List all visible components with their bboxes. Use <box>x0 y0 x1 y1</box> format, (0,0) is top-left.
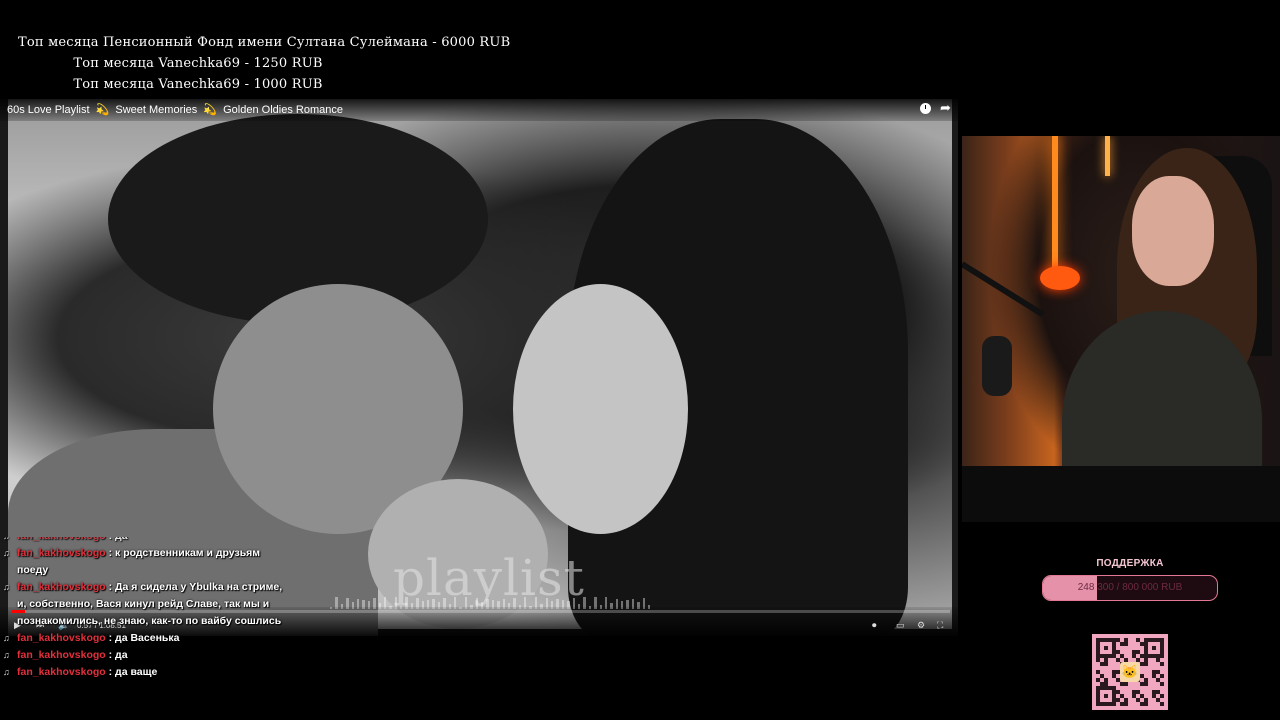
chat-message: ♫ fan_kakhovskogo : к родственникам и дру… <box>0 545 290 579</box>
video-figure <box>513 284 688 534</box>
chat-separator: : <box>106 537 115 542</box>
streamer <box>1132 176 1214 286</box>
webcam-feed <box>962 136 1280 522</box>
donation-goal-bar: 248 300 / 800 000 RUB <box>1042 575 1218 601</box>
lamp <box>1040 266 1080 290</box>
chat-separator: : <box>105 581 116 593</box>
chat-separator: : <box>105 649 116 661</box>
top-donors-panel: Топ месяца Пенсионный Фонд имени Султана… <box>18 32 511 95</box>
chat-badge-icon: ♫ <box>3 582 10 592</box>
chat-message: ♫ fan_kakhovskogo : Да я сидела у Ybulka … <box>0 579 290 630</box>
chat-message: ♫ fan_kakhovskogo : да Васенька <box>0 630 290 647</box>
settings-icon[interactable]: ⚙ <box>917 620 925 631</box>
donation-qr-code[interactable]: 🐱 <box>1092 634 1168 710</box>
chat-badge-icon: ♫ <box>3 548 10 558</box>
top-donor-line: Топ месяца Vanechka69 - 1250 RUB <box>73 56 323 71</box>
chat-message: ♫ fan_kakhovskogo : да <box>0 647 290 664</box>
chat-message: ♫ fan_kakhovskogo : да <box>0 537 290 545</box>
cat-icon: 🐱 <box>1120 662 1140 682</box>
led-strip <box>1052 136 1058 286</box>
chat-username[interactable]: fan_kakhovskogo <box>17 547 106 559</box>
donation-goal-text: 248 300 / 800 000 RUB <box>1077 582 1183 593</box>
chat-overlay: ♫fan_kakhovskogo : да♫fan_kakhovskogo : … <box>0 537 290 720</box>
chat-badge-icon: ♫ <box>3 537 13 541</box>
sparkle-icon: 💫 <box>95 104 110 116</box>
top-donor-line: Топ месяца Пенсионный Фонд имени Султана… <box>18 35 511 50</box>
share-icon[interactable]: ➦ <box>940 100 951 116</box>
mic-arm <box>962 261 1045 317</box>
autoplay-toggle-icon[interactable]: ⏺ <box>872 620 877 631</box>
chat-badge-icon: ♫ <box>3 633 10 643</box>
top-donor-line: Топ месяца Vanechka69 - 1000 RUB <box>73 77 323 92</box>
chat-username[interactable]: fan_kakhovskogo <box>17 666 106 678</box>
chat-badge-icon: ♫ <box>3 650 10 660</box>
clock-icon[interactable] <box>920 103 931 114</box>
led-strip <box>1105 136 1110 176</box>
video-title-part: Golden Oldies Romance <box>223 104 343 116</box>
chat-username[interactable]: fan_kakhovskogo <box>17 581 106 593</box>
chat-message: ♫ fan_kakhovskogo : да ваще <box>0 664 290 681</box>
chat-badge-icon: ♫ <box>3 667 10 677</box>
chat-separator: : <box>105 632 116 644</box>
video-title-part: 60s Love Playlist <box>7 104 90 116</box>
chat-username[interactable]: fan_kakhovskogo <box>17 649 106 661</box>
chat-username[interactable]: fan_kakhovskogo <box>17 537 106 542</box>
fullscreen-icon[interactable]: ⛶ <box>937 620 943 631</box>
subtitles-icon[interactable]: ▭ <box>896 620 905 631</box>
video-title-part: Sweet Memories <box>115 104 198 116</box>
video-title[interactable]: 60s Love Playlist 💫 Sweet Memories 💫 Gol… <box>7 103 343 116</box>
sparkle-icon: 💫 <box>203 104 218 116</box>
microphone <box>982 336 1012 396</box>
chat-text: да <box>115 537 128 542</box>
chat-separator: : <box>105 547 116 559</box>
chat-text: да Васенька <box>115 632 180 644</box>
chat-text: да ваще <box>115 666 158 678</box>
chat-username[interactable]: fan_kakhovskogo <box>17 632 106 644</box>
desk <box>962 466 1280 522</box>
donation-goal-title: ПОДДЕРЖКА <box>1096 558 1164 569</box>
video-title-bar: 60s Love Playlist 💫 Sweet Memories 💫 Gol… <box>0 99 958 121</box>
chat-text: да <box>115 649 128 661</box>
chat-separator: : <box>105 666 116 678</box>
